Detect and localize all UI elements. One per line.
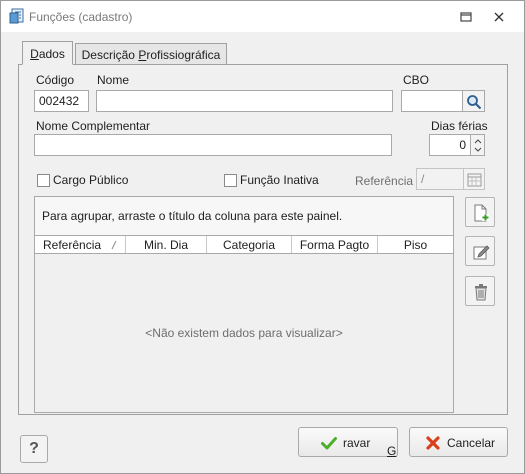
save-button[interactable]: Gravar xyxy=(298,427,398,458)
nome-label: Nome xyxy=(97,73,130,87)
calendar-icon xyxy=(467,173,482,187)
add-row-button[interactable] xyxy=(465,197,495,227)
cargo-publico-checkbox[interactable] xyxy=(37,174,50,187)
column-header-categoria[interactable]: Categoria xyxy=(207,236,292,253)
cargo-publico-label: Cargo Público xyxy=(53,173,129,187)
tab-dados-accel: D xyxy=(30,47,39,61)
cancel-button[interactable]: Cancelar xyxy=(409,427,508,457)
tab-dados-rest: ados xyxy=(38,47,65,61)
delete-row-button[interactable] xyxy=(465,276,495,306)
checkmark-icon xyxy=(321,437,337,450)
app-form-icon xyxy=(9,8,24,24)
nome-field[interactable] xyxy=(96,90,393,112)
referencia-field[interactable]: / xyxy=(416,168,464,190)
cancel-x-icon xyxy=(426,436,440,450)
grid-header: Referência Min. Dia Categoria Forma Pagt… xyxy=(35,235,453,254)
tab-dados-label: Dados xyxy=(30,47,65,61)
column-header-min-dia[interactable]: Min. Dia xyxy=(126,236,207,253)
tab-desc-accel: P xyxy=(138,48,147,62)
grid-body[interactable]: <Não existem dados para visualizar> xyxy=(35,254,453,412)
nome-complementar-field[interactable] xyxy=(34,134,392,156)
cbo-search-button[interactable] xyxy=(462,90,485,112)
referencia-label: Referência xyxy=(355,174,414,188)
column-header-referencia[interactable]: Referência xyxy=(35,236,126,253)
dias-ferias-label: Dias férias xyxy=(431,119,488,133)
window-title: Funções (cadastro) xyxy=(29,10,133,24)
help-button[interactable]: ? xyxy=(20,435,48,463)
cbo-label: CBO xyxy=(403,73,430,87)
add-document-icon xyxy=(474,204,489,222)
group-by-hint: Para agrupar, arraste o título da coluna… xyxy=(42,209,343,223)
spinner-arrows-icon xyxy=(474,139,482,152)
close-icon[interactable] xyxy=(491,9,507,25)
restore-icon[interactable] xyxy=(459,10,473,24)
grid-empty-message: <Não existem dados para visualizar> xyxy=(145,326,343,340)
tab-descricao-profissiografica[interactable]: Descrição Profissiográfica xyxy=(75,43,227,64)
sort-indicator-icon xyxy=(111,240,117,250)
funcao-inativa-label: Função Inativa xyxy=(240,173,319,187)
save-accel: G xyxy=(387,444,397,458)
dias-ferias-field[interactable]: 0 xyxy=(429,134,471,156)
tab-desc-label: Descrição Profissiográfica xyxy=(81,48,221,62)
column-header-forma-pagto[interactable]: Forma Pagto xyxy=(292,236,378,253)
funcao-inativa-checkbox[interactable] xyxy=(224,174,237,187)
column-header-label: Referência xyxy=(43,238,102,252)
cbo-field[interactable] xyxy=(401,90,463,112)
edit-icon xyxy=(473,245,490,260)
edit-row-button[interactable] xyxy=(465,236,495,266)
codigo-label: Código xyxy=(36,73,75,87)
column-header-piso[interactable]: Piso xyxy=(378,236,453,253)
dias-ferias-spinner[interactable] xyxy=(470,134,485,156)
dialog-window: Funções (cadastro) Dados Descrição Profi… xyxy=(0,0,525,474)
cancel-button-label: Cancelar xyxy=(447,436,496,450)
nome-complementar-label: Nome Complementar xyxy=(36,119,151,133)
codigo-field[interactable]: 002432 xyxy=(34,90,89,112)
group-by-panel[interactable]: Para agrupar, arraste o título da coluna… xyxy=(35,197,453,235)
referencia-calendar-button[interactable] xyxy=(463,168,485,190)
title-bar: Funções (cadastro) xyxy=(1,1,524,32)
save-button-label: Gravar xyxy=(343,436,397,458)
trash-icon xyxy=(475,284,487,301)
search-icon xyxy=(467,95,482,110)
data-grid: Para agrupar, arraste o título da coluna… xyxy=(34,196,454,413)
tab-dados[interactable]: Dados xyxy=(22,41,73,65)
